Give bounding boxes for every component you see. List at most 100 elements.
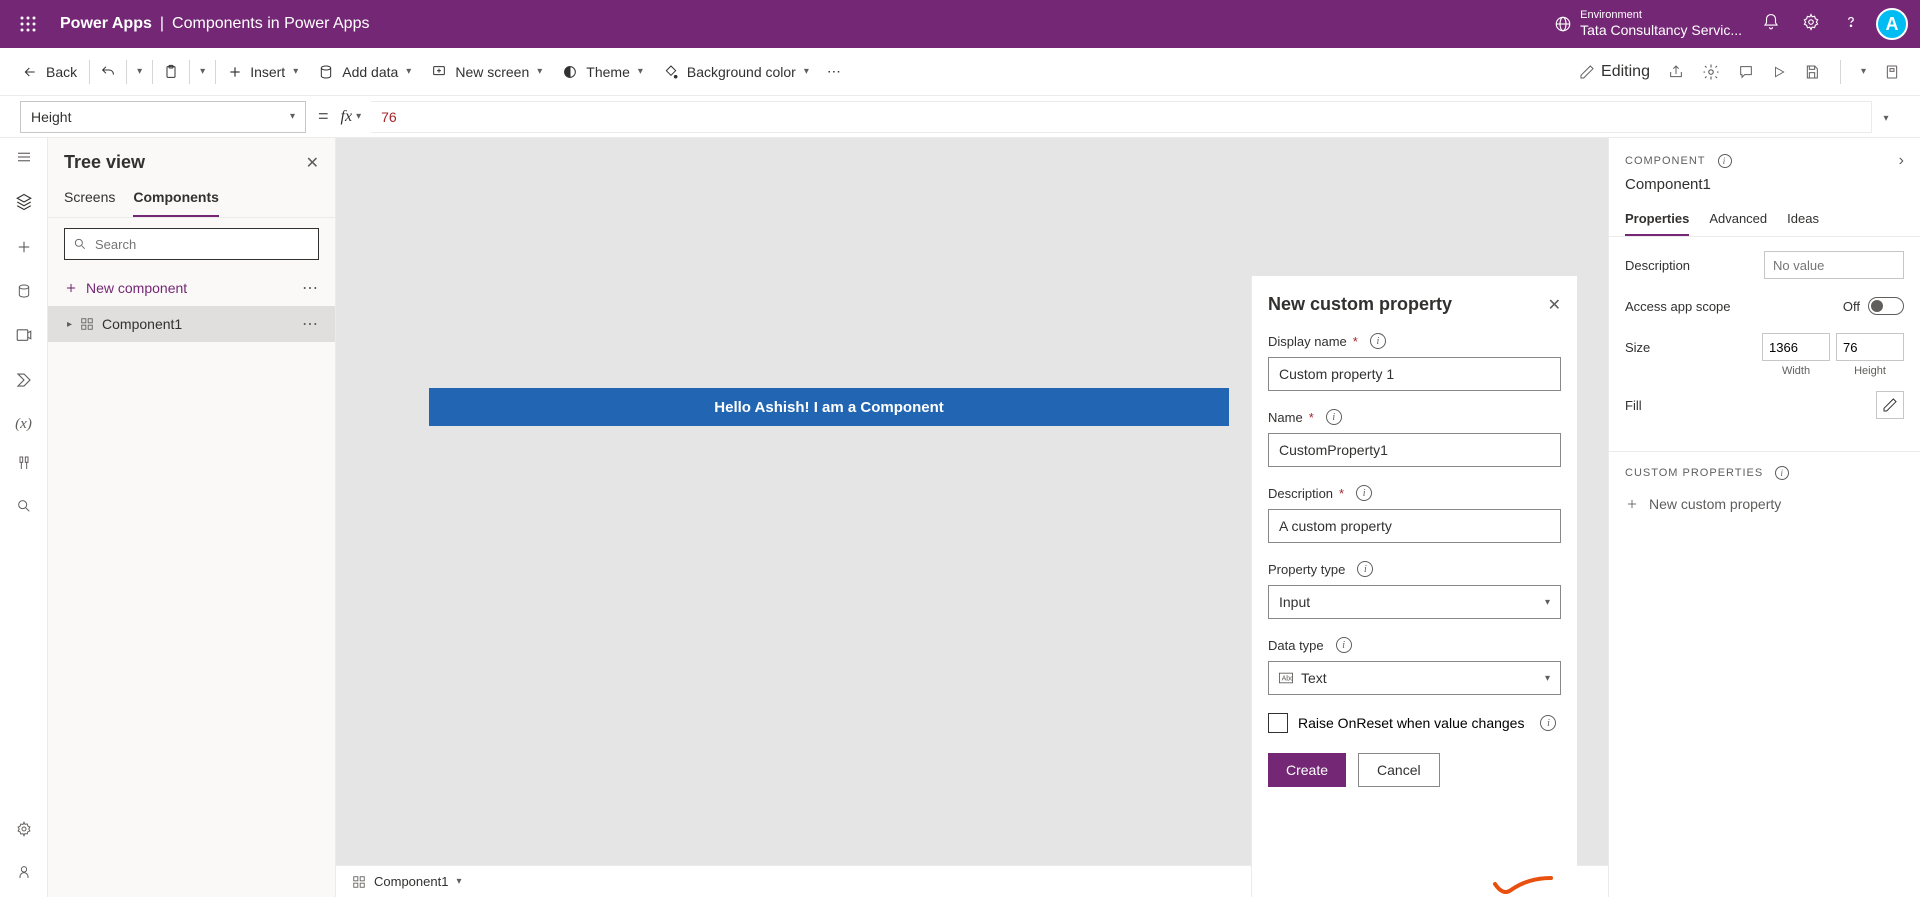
fx-dropdown[interactable]: ▾ [356,111,361,122]
height-input[interactable] [1836,333,1904,361]
status-component-name[interactable]: Component1 [374,874,448,889]
brand-title: Power Apps|Components in Power Apps [60,15,369,33]
raise-onreset-checkbox[interactable] [1268,713,1288,733]
notifications-icon[interactable] [1762,13,1780,36]
access-scope-toggle[interactable] [1868,297,1904,315]
info-icon[interactable]: i [1326,409,1342,425]
app-checker-icon[interactable] [1702,63,1720,81]
fill-color-picker[interactable] [1876,391,1904,419]
environment-value: Tata Consultancy Servic... [1580,22,1742,39]
svg-text:Abc: Abc [1282,676,1293,683]
undo-button[interactable] [92,48,124,95]
tree-view-icon[interactable] [15,193,33,216]
environment-picker[interactable]: Environment Tata Consultancy Servic... [1554,9,1742,39]
command-bar: Back ▾ ▾ Insert ▾ Add data ▾ New screen … [0,48,1920,96]
new-screen-button[interactable]: New screen ▾ [421,48,552,95]
equals-sign: = [318,106,329,127]
info-icon[interactable]: i [1356,485,1372,501]
tree-item-component1[interactable]: ▸ Component1 ⋯ [48,306,335,342]
advanced-tools-icon[interactable] [16,455,32,476]
property-type-select[interactable]: Input ▾ [1268,585,1561,619]
formula-input[interactable]: 76 [371,101,1872,133]
close-custom-property-icon[interactable]: ✕ [1548,295,1561,315]
component-icon [352,875,366,889]
save-icon[interactable] [1804,64,1820,80]
info-icon[interactable]: i [1540,715,1556,731]
close-tree-icon[interactable]: ✕ [306,153,319,173]
data-icon[interactable] [16,283,32,304]
editing-mode[interactable]: Editing [1579,63,1650,81]
plus-icon [1625,497,1639,511]
tree-item-more[interactable]: ⋯ [302,314,319,334]
raise-onreset-label: Raise OnReset when value changes [1298,715,1524,731]
name-input[interactable] [1268,433,1561,467]
paste-button[interactable] [155,48,187,95]
search-rail-icon[interactable] [16,498,32,519]
info-icon[interactable]: i [1775,466,1789,480]
background-color-button[interactable]: Background color ▾ [653,48,819,95]
paste-dropdown[interactable]: ▾ [192,48,213,95]
publish-icon[interactable] [1884,64,1900,80]
component-name: Component1 [1609,176,1920,203]
status-dropdown[interactable]: ▾ [456,876,461,887]
new-component-button[interactable]: New component ⋯ [48,270,335,306]
tree-search[interactable] [64,228,319,260]
property-selector[interactable]: Height ▾ [20,101,306,133]
preview-icon[interactable] [1772,65,1786,79]
comments-icon[interactable] [1738,64,1754,80]
access-scope-label: Access app scope [1625,299,1731,314]
info-icon[interactable]: i [1336,637,1352,653]
variables-icon[interactable]: (x) [15,416,32,433]
formula-bar: Height ▾ = fx ▾ 76 ▾ [0,96,1920,138]
power-automate-icon[interactable] [15,371,33,394]
component-preview[interactable]: Hello Ashish! I am a Component [429,388,1229,426]
fill-label: Fill [1625,398,1642,413]
custom-properties-section-label: CUSTOM PROPERTIES [1625,467,1763,479]
new-custom-property-panel: New custom property ✕ Display name * i N… [1251,276,1577,897]
insert-icon[interactable] [15,238,33,261]
undo-dropdown[interactable]: ▾ [129,48,150,95]
description-input[interactable] [1268,509,1561,543]
info-icon[interactable]: i [1357,561,1373,577]
info-icon[interactable]: i [1718,154,1732,168]
canvas[interactable]: Hello Ashish! I am a Component Component… [336,138,1608,897]
tree-view-title: Tree view [64,152,145,173]
tab-screens[interactable]: Screens [64,183,115,217]
environment-label: Environment [1580,9,1742,22]
help-icon[interactable] [1842,13,1860,36]
chevron-right-icon[interactable]: ▸ [67,319,72,330]
display-name-input[interactable] [1268,357,1561,391]
settings-rail-icon[interactable] [16,821,32,842]
share-icon[interactable] [1668,64,1684,80]
tab-ideas[interactable]: Ideas [1787,203,1819,236]
formula-expand-icon[interactable]: ▾ [1872,108,1900,126]
cancel-button[interactable]: Cancel [1358,753,1440,787]
tab-properties[interactable]: Properties [1625,203,1689,236]
create-button[interactable]: Create [1268,753,1346,787]
width-input[interactable] [1762,333,1830,361]
info-icon[interactable]: i [1370,333,1386,349]
more-commands[interactable]: ⋯ [819,48,849,95]
tab-components[interactable]: Components [133,183,219,217]
theme-button[interactable]: Theme ▾ [552,48,653,95]
new-component-more[interactable]: ⋯ [302,278,319,298]
media-icon[interactable] [15,326,33,349]
tree-search-input[interactable] [95,237,310,252]
save-dropdown[interactable]: ▾ [1861,66,1866,77]
description-prop-input[interactable] [1764,251,1904,279]
component-icon [80,317,94,331]
add-data-button[interactable]: Add data ▾ [308,48,421,95]
tab-advanced[interactable]: Advanced [1709,203,1767,236]
user-avatar[interactable]: A [1876,8,1908,40]
chevron-right-icon[interactable]: › [1899,152,1904,170]
back-button[interactable]: Back [12,48,87,95]
data-type-select[interactable]: Abc Text ▾ [1268,661,1561,695]
app-launcher-icon[interactable] [12,8,44,40]
settings-icon[interactable] [1802,13,1820,36]
insert-button[interactable]: Insert ▾ [218,48,308,95]
virtual-agent-icon[interactable] [16,864,32,885]
add-custom-property-button[interactable]: New custom property [1609,488,1920,520]
hamburger-icon[interactable] [15,148,33,171]
tree-view-panel: Tree view ✕ Screens Components New compo… [48,138,336,897]
fx-label[interactable]: fx [341,108,353,126]
